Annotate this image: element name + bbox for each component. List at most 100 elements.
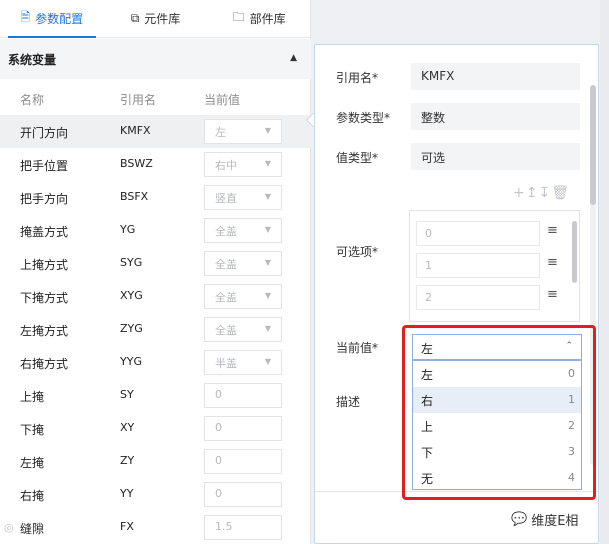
variable-name: 下掩方式 xyxy=(20,291,69,305)
ref-label: 引用名* xyxy=(336,71,379,85)
value-text: 左 xyxy=(215,126,226,139)
collapse-up-icon[interactable]: ▲ xyxy=(290,53,297,63)
column-ref: 引用名 xyxy=(120,93,157,107)
caret-down-icon: ▼ xyxy=(264,324,271,333)
variable-value[interactable]: 竖直 ▼ xyxy=(204,185,282,210)
caret-down-icon: ▼ xyxy=(264,225,271,234)
table-row[interactable]: 掩盖方式 YG 全盖 ▼ xyxy=(0,214,311,247)
table-row[interactable]: 右掩方式 YYG 半盖 ▼ xyxy=(0,346,311,379)
option-index: 3 xyxy=(568,445,575,458)
value-text: 1.5 xyxy=(215,520,233,533)
tab-label: 元件库 xyxy=(144,12,181,26)
option-input[interactable]: 1 xyxy=(416,253,540,278)
variable-ref: YG xyxy=(120,223,136,236)
move-down-icon[interactable]: ↧ xyxy=(538,185,551,201)
section-title: 系统变量 xyxy=(8,52,57,67)
option-input[interactable]: 0 xyxy=(416,221,540,246)
dropdown-option[interactable]: 无4 xyxy=(413,465,581,491)
component-icon: ⧉ xyxy=(130,11,140,25)
type-label: 参数类型* xyxy=(336,111,391,125)
option-label: 无 xyxy=(421,472,434,486)
move-up-icon[interactable]: ↥ xyxy=(526,185,539,201)
document-icon: 🗎 xyxy=(20,10,31,24)
table-row[interactable]: 缝隙 FX 1.5 xyxy=(0,511,311,544)
table-row[interactable]: 上掩方式 SYG 全盖 ▼ xyxy=(0,247,311,280)
variable-value[interactable]: 全盖 ▼ xyxy=(204,251,282,276)
option-label: 上 xyxy=(421,420,434,434)
dropdown-option[interactable]: 左0 xyxy=(413,361,581,387)
dropdown-option[interactable]: 下3 xyxy=(413,439,581,465)
options-toolbar: +↥↧🗑 xyxy=(513,185,570,201)
option-label: 左 xyxy=(421,368,434,382)
tab-component-library[interactable]: ⧉ 元件库 xyxy=(104,0,208,37)
options-label: 可选项* xyxy=(336,245,379,259)
type-field[interactable]: 整数 xyxy=(411,103,580,130)
folder-icon: 🗀 xyxy=(232,10,245,24)
dropdown-list: 左0右1上2下3无4 xyxy=(412,360,582,490)
variable-name: 掩盖方式 xyxy=(20,225,69,239)
variable-ref: YY xyxy=(120,487,134,500)
add-icon[interactable]: + xyxy=(513,185,526,201)
variable-value[interactable]: 0 xyxy=(204,383,282,408)
variable-value[interactable]: 右中 ▼ xyxy=(204,152,282,177)
filter-icon[interactable]: ≡ xyxy=(547,255,558,270)
variable-ref: SY xyxy=(120,388,134,401)
tab-parameter-config[interactable]: 🗎 参数配置 xyxy=(0,0,104,38)
variable-value[interactable]: 全盖 ▼ xyxy=(204,284,282,309)
ref-field[interactable]: KMFX xyxy=(411,63,580,90)
tab-bar: 🗎 参数配置 ⧉ 元件库 🗀 部件库 xyxy=(0,0,311,38)
variable-ref: SYG xyxy=(120,256,143,269)
variable-value[interactable]: 0 xyxy=(204,482,282,507)
delete-icon[interactable]: 🗑 xyxy=(551,185,570,201)
table-row[interactable]: 左掩 ZY 0 xyxy=(0,445,311,478)
variable-value[interactable]: 半盖 ▼ xyxy=(204,350,282,375)
variable-ref: BSWZ xyxy=(120,157,153,170)
value-text: 0 xyxy=(215,487,222,500)
table-row[interactable]: 下掩方式 XYG 全盖 ▼ xyxy=(0,280,311,313)
table-row[interactable]: 下掩 XY 0 xyxy=(0,412,311,445)
filter-icon[interactable]: ≡ xyxy=(547,223,558,238)
value-text: 全盖 xyxy=(215,324,237,337)
value-text: 全盖 xyxy=(215,258,237,271)
variable-value[interactable]: 1.5 xyxy=(204,515,282,540)
table-row[interactable]: 左掩方式 ZYG 全盖 ▼ xyxy=(0,313,311,346)
system-variables-header[interactable]: 系统变量 ▲ xyxy=(0,39,311,79)
variable-name: 右掩方式 xyxy=(20,357,69,371)
valtype-label: 值类型* xyxy=(336,151,379,165)
variable-name: 右掩 xyxy=(20,489,45,503)
dropdown-option[interactable]: 右1 xyxy=(413,387,581,413)
selected-value: 左 xyxy=(421,342,434,356)
valtype-field[interactable]: 可选 xyxy=(411,143,580,170)
column-name: 名称 xyxy=(20,93,45,107)
left-panel: 🗎 参数配置 ⧉ 元件库 🗀 部件库 系统变量 ▲ 名称 引用名 当前值 开门方… xyxy=(0,0,311,544)
option-index: 2 xyxy=(568,419,575,432)
value-text: 全盖 xyxy=(215,291,237,304)
variable-value[interactable]: 0 xyxy=(204,449,282,474)
value-text: 半盖 xyxy=(215,357,237,370)
option-index: 0 xyxy=(568,367,575,380)
table-row[interactable]: 上掩 SY 0 xyxy=(0,379,311,412)
option-input[interactable]: 2 xyxy=(416,285,540,310)
variable-ref: FX xyxy=(120,520,134,533)
table-row[interactable]: 把手方向 BSFX 竖直 ▼ xyxy=(0,181,311,214)
variable-name: 上掩 xyxy=(20,390,45,404)
option-label: 下 xyxy=(421,446,434,460)
filter-icon[interactable]: ≡ xyxy=(547,287,558,302)
tab-part-library[interactable]: 🗀 部件库 xyxy=(207,0,311,37)
column-headers: 名称 引用名 当前值 xyxy=(0,85,311,113)
tab-label: 部件库 xyxy=(249,12,286,26)
caret-down-icon: ▼ xyxy=(264,126,271,135)
variable-value[interactable]: 0 xyxy=(204,416,282,441)
table-row[interactable]: 把手位置 BSWZ 右中 ▼ xyxy=(0,148,311,181)
table-row[interactable]: 开门方向 KMFX 左 ▼ xyxy=(0,115,311,148)
table-row[interactable]: 右掩 YY 0 xyxy=(0,478,311,511)
dropdown-option[interactable]: 上2 xyxy=(413,413,581,439)
variable-value[interactable]: 全盖 ▼ xyxy=(204,317,282,342)
current-value-select[interactable]: 左 ⌃ xyxy=(412,334,582,360)
variable-name: 左掩方式 xyxy=(20,324,69,338)
caret-down-icon: ▼ xyxy=(264,258,271,267)
chevron-up-icon[interactable]: ⌃ xyxy=(565,341,573,351)
options-scrollbar[interactable] xyxy=(572,221,577,283)
variable-value[interactable]: 全盖 ▼ xyxy=(204,218,282,243)
variable-value[interactable]: 左 ▼ xyxy=(204,119,282,144)
